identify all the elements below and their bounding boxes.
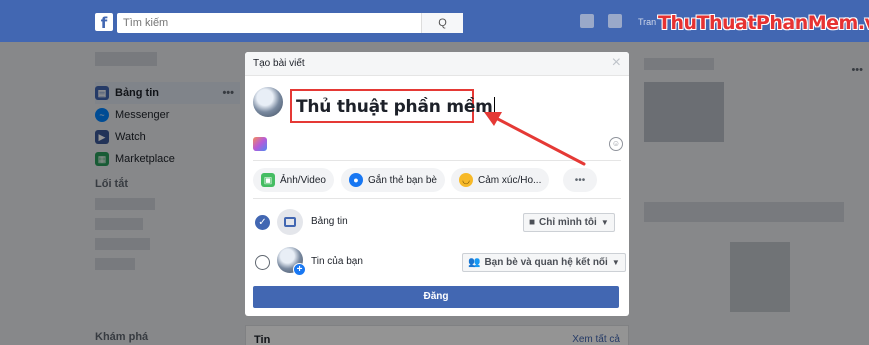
annotation-arrow bbox=[484, 112, 586, 166]
news-feed-icon bbox=[277, 209, 303, 235]
user-name[interactable]: Tran bbox=[638, 17, 656, 27]
add-icon: + bbox=[293, 263, 306, 276]
chevron-down-icon: ▼ bbox=[611, 258, 620, 267]
dialog-title: Tạo bài viết bbox=[253, 58, 305, 69]
tag-friends-button[interactable]: ● Gắn thẻ bạn bè bbox=[341, 168, 445, 192]
search-box: Q bbox=[117, 13, 463, 33]
watermark-logo: ThuThuatPhanMem.vn bbox=[658, 12, 869, 34]
audience-selector[interactable]: ■ Chỉ mình tôi ▼ bbox=[523, 213, 615, 232]
tag-friends-label: Gắn thẻ bạn bè bbox=[368, 174, 437, 186]
audience-selector[interactable]: 👥 Bạn bè và quan hệ kết nối ▼ bbox=[462, 253, 626, 272]
emoji-icon[interactable]: ☺ bbox=[609, 137, 623, 151]
notification-icon[interactable] bbox=[580, 14, 594, 28]
photo-video-label: Ảnh/Video bbox=[280, 174, 326, 186]
close-icon[interactable]: × bbox=[612, 55, 621, 71]
tag-friends-icon: ● bbox=[349, 173, 363, 187]
radio-button[interactable] bbox=[255, 255, 270, 270]
destination-news-feed[interactable]: ✓ Bảng tin ■ Chỉ mình tôi ▼ bbox=[253, 207, 621, 237]
destination-label: Tin của bạn bbox=[311, 256, 363, 267]
divider bbox=[253, 198, 621, 199]
more-actions-button[interactable]: ••• bbox=[563, 168, 597, 192]
search-input[interactable] bbox=[117, 13, 427, 33]
avatar bbox=[253, 87, 283, 117]
audience-label: Bạn bè và quan hệ kết nối bbox=[484, 257, 608, 268]
topbar-icons bbox=[580, 14, 636, 31]
friends-icon: 👥 bbox=[468, 257, 481, 268]
friend-requests-icon[interactable] bbox=[608, 14, 622, 28]
destination-label: Bảng tin bbox=[311, 216, 348, 227]
composer-text: Thủ thuật phần mềm bbox=[296, 97, 493, 117]
feeling-label: Cảm xúc/Ho... bbox=[478, 174, 542, 186]
post-composer-input[interactable]: Thủ thuật phần mềm bbox=[290, 89, 495, 123]
photo-video-button[interactable]: ▣ Ảnh/Video bbox=[253, 168, 334, 192]
audience-label: Chỉ mình tôi bbox=[539, 217, 597, 228]
checked-icon[interactable]: ✓ bbox=[255, 215, 270, 230]
photo-icon: ▣ bbox=[261, 173, 275, 187]
destination-story[interactable]: + Tin của bạn 👥 Bạn bè và quan hệ kết nố… bbox=[253, 247, 626, 277]
create-post-dialog: Tạo bài viết × Thủ thuật phần mềm ☺ ▣ Ản… bbox=[245, 52, 629, 316]
background-color-icon[interactable] bbox=[253, 137, 267, 151]
more-icon: ••• bbox=[574, 174, 586, 186]
chevron-down-icon: ▼ bbox=[600, 218, 609, 227]
lock-icon: ■ bbox=[529, 217, 536, 228]
feeling-activity-button[interactable]: ◡ Cảm xúc/Ho... bbox=[451, 168, 550, 192]
feeling-icon: ◡ bbox=[459, 173, 473, 187]
search-button[interactable]: Q bbox=[421, 13, 463, 33]
dialog-header: Tạo bài viết × bbox=[245, 52, 629, 76]
facebook-logo-icon[interactable]: f bbox=[95, 13, 113, 32]
post-button[interactable]: Đăng bbox=[253, 286, 619, 308]
